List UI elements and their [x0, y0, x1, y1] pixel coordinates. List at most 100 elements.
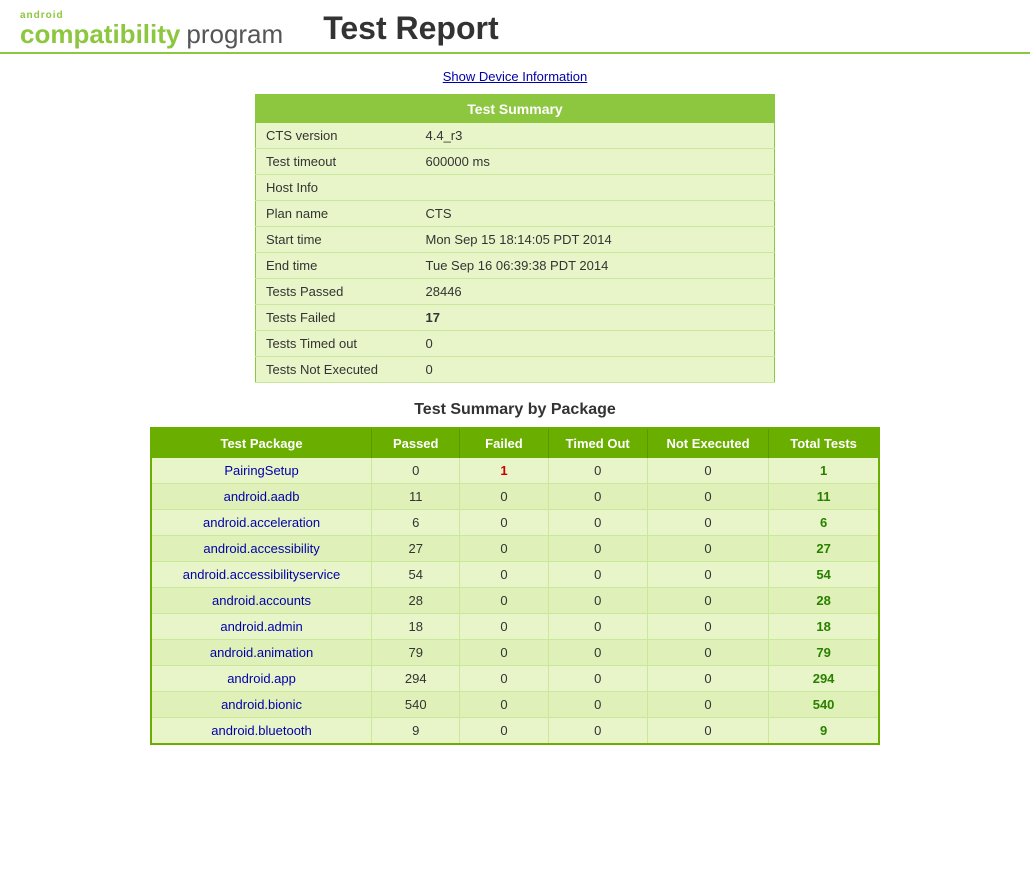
summary-row: Test timeout600000 ms: [256, 149, 775, 175]
not-executed-count: 0: [647, 666, 768, 692]
device-info-link-container: Show Device Information: [20, 69, 1010, 84]
content: Show Device Information Test Summary CTS…: [0, 54, 1030, 755]
summary-label: Tests Failed: [256, 305, 416, 331]
timed-out-count: 0: [548, 458, 647, 484]
package-link[interactable]: android.bluetooth: [211, 723, 311, 738]
package-name: android.app: [151, 666, 372, 692]
package-link[interactable]: android.acceleration: [203, 515, 320, 530]
table-row: android.accounts2800028: [151, 588, 879, 614]
not-executed-count: 0: [647, 692, 768, 718]
package-name: android.acceleration: [151, 510, 372, 536]
total-count: 540: [769, 692, 879, 718]
summary-value: 600000 ms: [416, 149, 775, 175]
package-link[interactable]: android.accounts: [212, 593, 311, 608]
summary-row: Plan nameCTS: [256, 201, 775, 227]
summary-label: Start time: [256, 227, 416, 253]
package-link[interactable]: android.accessibilityservice: [183, 567, 341, 582]
passed-count: 9: [372, 718, 460, 745]
total-count: 294: [769, 666, 879, 692]
logo-compatibility-text: compatibility: [20, 21, 180, 47]
package-name: android.animation: [151, 640, 372, 666]
timed-out-count: 0: [548, 588, 647, 614]
package-table-container: Test Package Passed Failed Timed Out Not…: [150, 427, 880, 745]
header: android compatibility program Test Repor…: [0, 0, 1030, 54]
table-row: PairingSetup01001: [151, 458, 879, 484]
logo-program-text: program: [186, 21, 283, 47]
package-table-header-row: Test Package Passed Failed Timed Out Not…: [151, 428, 879, 458]
total-count: 79: [769, 640, 879, 666]
package-link[interactable]: android.app: [227, 671, 296, 686]
package-link[interactable]: android.bionic: [221, 697, 302, 712]
by-package-title: Test Summary by Package: [20, 401, 1010, 419]
not-executed-count: 0: [647, 458, 768, 484]
timed-out-count: 0: [548, 640, 647, 666]
package-name: android.aadb: [151, 484, 372, 510]
package-name: android.accessibility: [151, 536, 372, 562]
package-name: PairingSetup: [151, 458, 372, 484]
failed-count: 0: [460, 536, 548, 562]
not-executed-count: 0: [647, 536, 768, 562]
not-executed-count: 0: [647, 484, 768, 510]
package-link[interactable]: PairingSetup: [224, 463, 298, 478]
timed-out-count: 0: [548, 484, 647, 510]
package-link[interactable]: android.aadb: [224, 489, 300, 504]
package-name: android.accounts: [151, 588, 372, 614]
passed-count: 27: [372, 536, 460, 562]
failed-count: 0: [460, 484, 548, 510]
table-row: android.accessibility2700027: [151, 536, 879, 562]
summary-value: 17: [416, 305, 775, 331]
table-row: android.aadb1100011: [151, 484, 879, 510]
timed-out-count: 0: [548, 718, 647, 745]
package-name: android.bionic: [151, 692, 372, 718]
summary-row: End timeTue Sep 16 06:39:38 PDT 2014: [256, 253, 775, 279]
summary-value: [416, 175, 775, 201]
total-count: 27: [769, 536, 879, 562]
table-row: android.animation7900079: [151, 640, 879, 666]
summary-row: Tests Passed28446: [256, 279, 775, 305]
summary-value: Mon Sep 15 18:14:05 PDT 2014: [416, 227, 775, 253]
not-executed-count: 0: [647, 510, 768, 536]
summary-value: 0: [416, 357, 775, 383]
timed-out-count: 0: [548, 562, 647, 588]
timed-out-count: 0: [548, 536, 647, 562]
not-executed-count: 0: [647, 588, 768, 614]
summary-row: Tests Not Executed0: [256, 357, 775, 383]
col-test-package: Test Package: [151, 428, 372, 458]
summary-row: Tests Timed out0: [256, 331, 775, 357]
package-table-body: PairingSetup01001android.aadb1100011andr…: [151, 458, 879, 744]
summary-value: 0: [416, 331, 775, 357]
passed-count: 18: [372, 614, 460, 640]
package-link[interactable]: android.accessibility: [203, 541, 319, 556]
col-failed: Failed: [460, 428, 548, 458]
summary-value: 28446: [416, 279, 775, 305]
package-table-header: Test Package Passed Failed Timed Out Not…: [151, 428, 879, 458]
failed-count: 0: [460, 640, 548, 666]
summary-tbody: CTS version4.4_r3Test timeout600000 msHo…: [256, 123, 775, 383]
table-row: android.bluetooth90009: [151, 718, 879, 745]
passed-count: 54: [372, 562, 460, 588]
table-row: android.accessibilityservice5400054: [151, 562, 879, 588]
col-passed: Passed: [372, 428, 460, 458]
package-link[interactable]: android.animation: [210, 645, 313, 660]
col-total-tests: Total Tests: [769, 428, 879, 458]
summary-container: Test Summary CTS version4.4_r3Test timeo…: [255, 94, 775, 383]
package-table: Test Package Passed Failed Timed Out Not…: [150, 427, 880, 745]
show-device-info-link[interactable]: Show Device Information: [443, 69, 588, 84]
table-row: android.bionic540000540: [151, 692, 879, 718]
failed-count: 0: [460, 666, 548, 692]
summary-value: Tue Sep 16 06:39:38 PDT 2014: [416, 253, 775, 279]
col-not-executed: Not Executed: [647, 428, 768, 458]
timed-out-count: 0: [548, 614, 647, 640]
summary-label: Test timeout: [256, 149, 416, 175]
summary-label: Plan name: [256, 201, 416, 227]
package-name: android.accessibilityservice: [151, 562, 372, 588]
passed-count: 540: [372, 692, 460, 718]
total-count: 9: [769, 718, 879, 745]
not-executed-count: 0: [647, 640, 768, 666]
table-row: android.admin1800018: [151, 614, 879, 640]
summary-row: Tests Failed17: [256, 305, 775, 331]
package-link[interactable]: android.admin: [220, 619, 302, 634]
table-row: android.acceleration60006: [151, 510, 879, 536]
summary-label: Tests Timed out: [256, 331, 416, 357]
summary-label: End time: [256, 253, 416, 279]
